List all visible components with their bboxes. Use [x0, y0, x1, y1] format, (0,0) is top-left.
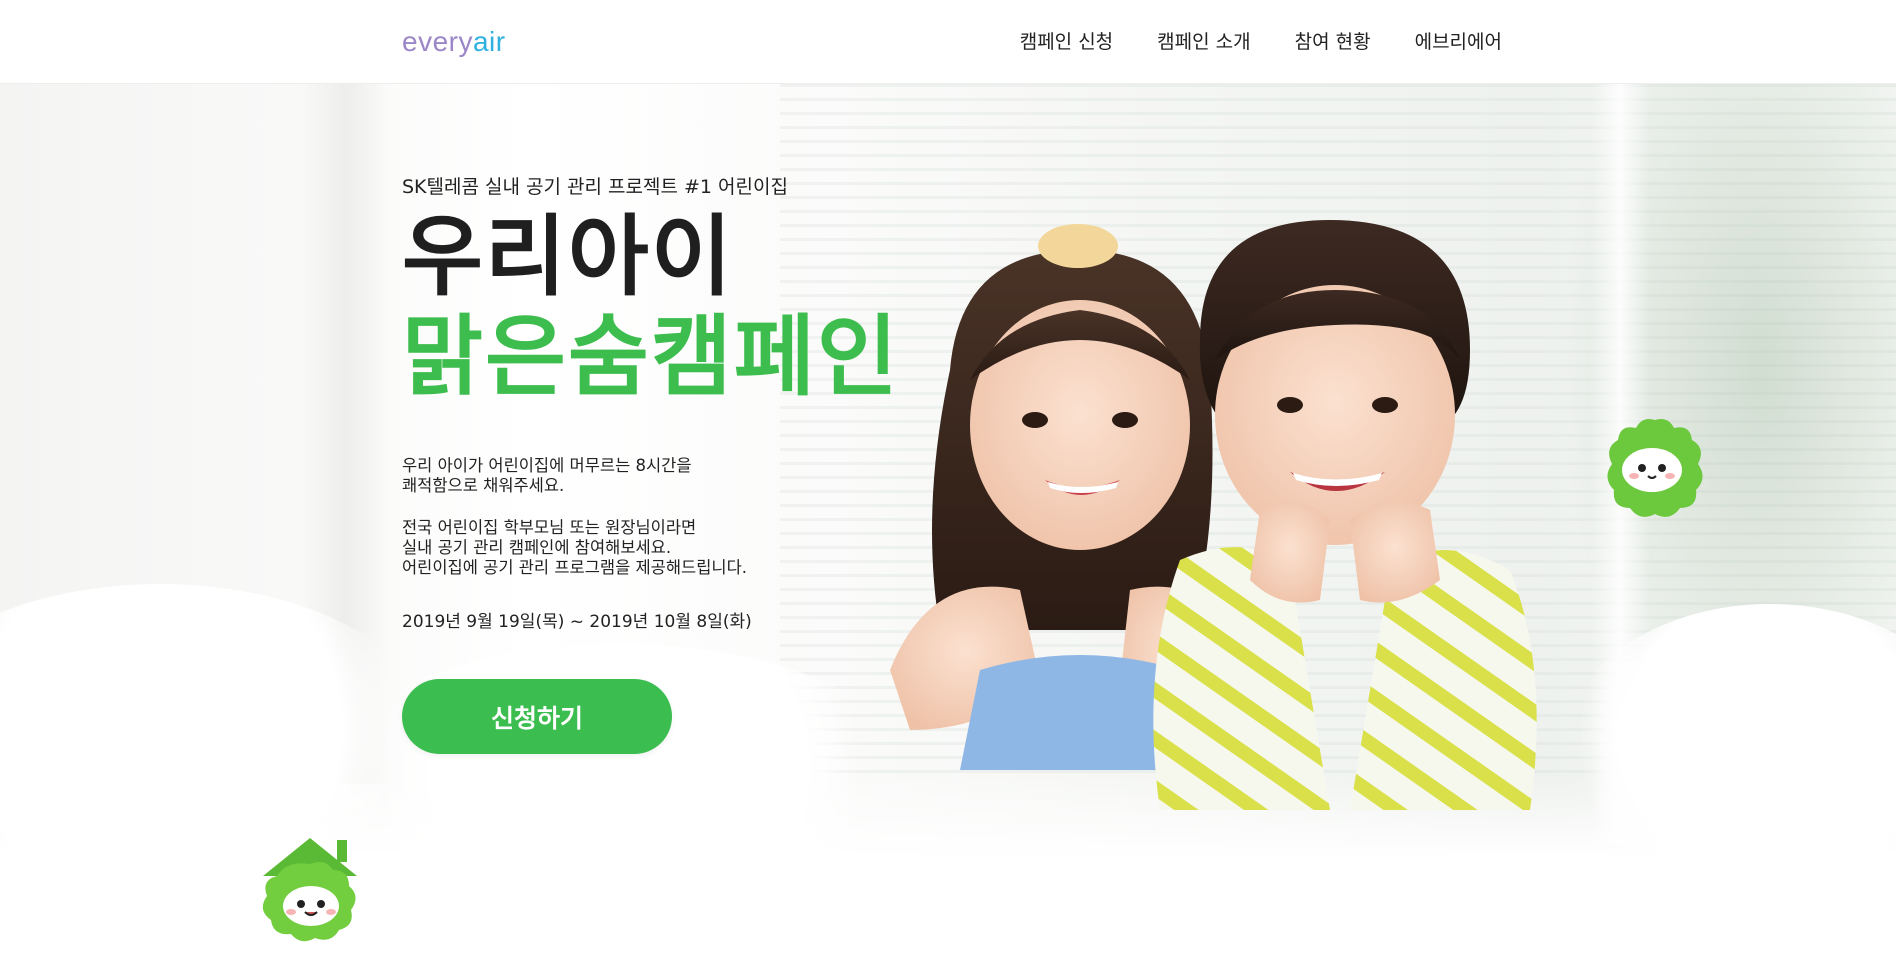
nav-item-participation-status[interactable]: 참여 현황	[1295, 28, 1371, 56]
green-cloud-mascot-icon	[1607, 419, 1703, 517]
apply-button[interactable]: 신청하기	[402, 679, 672, 754]
nav-item-everyair[interactable]: 에브리에어	[1415, 28, 1502, 56]
campaign-eyebrow: SK텔레콤 실내 공기 관리 프로젝트 #1 어린이집	[402, 176, 788, 198]
nav-item-campaign-intro[interactable]: 캠페인 소개	[1157, 28, 1250, 56]
hero-description-2: 전국 어린이집 학부모님 또는 원장님이라면 실내 공기 관리 캠페인에 참여해…	[402, 518, 747, 578]
green-house-mascot-icon	[262, 838, 357, 942]
logo-every-text: every	[402, 26, 473, 57]
hero-title-line2: 맑은숨캠페인	[402, 305, 900, 408]
hero-description-1-line1: 우리 아이가 어린이집에 머무르는 8시간을	[402, 456, 692, 475]
hero-description-1: 우리 아이가 어린이집에 머무르는 8시간을 쾌적함으로 채워주세요.	[402, 456, 692, 496]
everyair-logo[interactable]: everyair	[402, 24, 506, 60]
hero-title-line1: 우리아이	[402, 205, 734, 308]
site-header: everyair 캠페인 신청 캠페인 소개 참여 현황 에브리에어	[0, 0, 1896, 84]
hero-description-2-line1: 전국 어린이집 학부모님 또는 원장님이라면	[402, 518, 697, 537]
main-nav: 캠페인 신청 캠페인 소개 참여 현황 에브리에어	[1020, 28, 1502, 56]
kids-photo	[890, 220, 1537, 810]
hero-description-2-line3: 어린이집에 공기 관리 프로그램을 제공해드립니다.	[402, 558, 748, 577]
hero-description-2-line2: 실내 공기 관리 캠페인에 참여해보세요.	[402, 538, 672, 557]
hero-description-1-line2: 쾌적함으로 채워주세요.	[402, 476, 565, 495]
logo-air-text: air	[472, 26, 506, 57]
campaign-period: 2019년 9월 19일(목) ~ 2019년 10월 8일(화)	[402, 612, 752, 632]
nav-item-campaign-apply[interactable]: 캠페인 신청	[1020, 28, 1113, 56]
hero-section	[0, 84, 1896, 964]
